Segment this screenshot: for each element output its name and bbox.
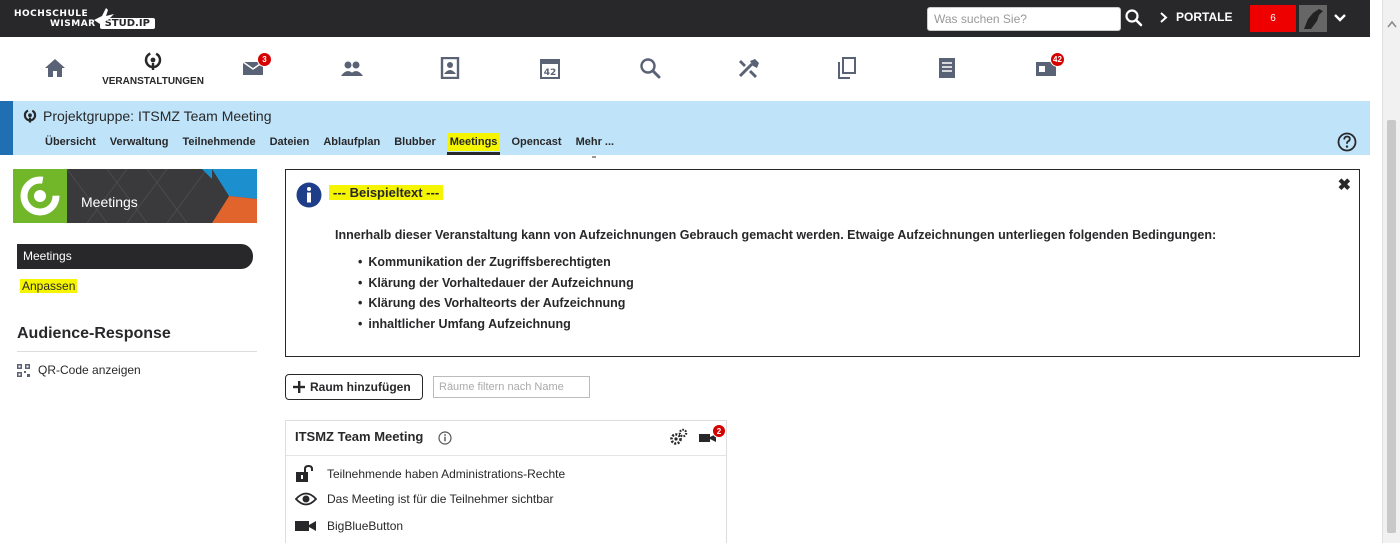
- add-room-label: Raum hinzufügen: [310, 380, 411, 394]
- app-window: HOCHSCHULE WISMAR STUD.IP PORTALE 6: [0, 0, 1400, 543]
- context-bar: Projektgruppe: ITSMZ Team Meeting Übersi…: [0, 101, 1370, 158]
- gears-icon[interactable]: [669, 428, 689, 446]
- context-title: Projektgruppe: ITSMZ Team Meeting: [22, 108, 272, 124]
- chevron-down-icon[interactable]: [1333, 11, 1347, 25]
- courses-icon: [23, 109, 37, 123]
- qr-code-label: QR-Code anzeigen: [38, 363, 141, 377]
- eye-icon: [295, 492, 317, 506]
- room-filter-input[interactable]: [433, 376, 590, 398]
- top-bar: HOCHSCHULE WISMAR STUD.IP PORTALE 6: [0, 0, 1370, 37]
- plus-icon: [293, 381, 305, 393]
- info-text: Innerhalb dieser Veranstaltung kann von …: [335, 228, 1217, 242]
- community-icon: [341, 61, 363, 76]
- info-title: --- Beispieltext ---: [329, 185, 444, 200]
- tab-opencast[interactable]: Opencast: [511, 133, 561, 151]
- main-navigation: VERANSTALTUNGEN 3 42 42: [0, 37, 1370, 101]
- sidebar-item-meetings[interactable]: Meetings: [17, 244, 253, 269]
- bird-logo-icon: [94, 8, 114, 24]
- video-camera-icon: [295, 521, 316, 531]
- room-row-server: BigBlueButton: [295, 519, 403, 533]
- banner-label: Meetings: [81, 194, 138, 210]
- nav-messages[interactable]: 3: [203, 37, 303, 101]
- list-icon: [939, 58, 955, 78]
- room-card-header: ITSMZ Team Meeting 2: [286, 421, 726, 456]
- tab-dateien[interactable]: Dateien: [270, 133, 310, 151]
- nav-home[interactable]: [5, 37, 105, 101]
- tools-icon: [738, 59, 759, 79]
- room-row-text: Teilnehmende haben Administrations-Recht…: [327, 467, 566, 481]
- info-icon: [296, 182, 322, 208]
- svg-text:42: 42: [544, 68, 557, 78]
- profile-icon: [440, 57, 460, 79]
- calendar-icon: 42: [540, 59, 560, 79]
- nav-search[interactable]: [600, 37, 700, 101]
- notification-counter[interactable]: 6: [1250, 5, 1296, 32]
- logo[interactable]: HOCHSCHULE WISMAR STUD.IP: [14, 6, 155, 32]
- tab-ablaufplan[interactable]: Ablaufplan: [323, 133, 380, 151]
- qr-code-link[interactable]: QR-Code anzeigen: [17, 363, 141, 377]
- tab-more[interactable]: Mehr ...: [576, 133, 614, 158]
- sidebar-divider: [17, 351, 257, 352]
- help-icon[interactable]: [1337, 132, 1357, 152]
- room-row-text: BigBlueButton: [327, 519, 404, 533]
- chevron-right-icon: [1160, 11, 1168, 23]
- page-scrollbar[interactable]: [1382, 0, 1400, 543]
- portale-label: PORTALE: [1176, 10, 1233, 24]
- info-circle-icon[interactable]: [438, 431, 452, 445]
- room-row-text: Das Meeting ist für die Teilnehmer sicht…: [327, 492, 554, 506]
- nav-files[interactable]: [797, 37, 897, 101]
- nav-schedule[interactable]: 42: [500, 37, 600, 101]
- context-title-text: Projektgruppe: ITSMZ Team Meeting: [43, 108, 272, 124]
- nav-resources[interactable]: [897, 37, 997, 101]
- context-stripe: [0, 101, 13, 155]
- admin-badge: 42: [1050, 52, 1065, 67]
- meetings-logo-icon: [20, 176, 60, 216]
- search-icon[interactable]: [1124, 8, 1144, 28]
- search-input[interactable]: [927, 7, 1121, 31]
- room-row-visibility: Das Meeting ist für die Teilnehmer sicht…: [295, 492, 554, 506]
- sidebar-item-anpassen[interactable]: Anpassen: [20, 279, 78, 293]
- list-item: Kommunikation der Zugriffsberechtigten: [358, 255, 634, 276]
- messages-badge: 3: [257, 52, 272, 67]
- tab-meetings[interactable]: Meetings: [446, 133, 501, 155]
- nav-tools[interactable]: [699, 37, 799, 101]
- room-name: ITSMZ Team Meeting: [295, 429, 424, 444]
- courses-icon: [144, 51, 162, 70]
- portale-menu[interactable]: PORTALE: [1160, 10, 1232, 24]
- list-item: Klärung des Vorhalteorts der Aufzeichnun…: [358, 296, 634, 317]
- recordings-badge: 2: [712, 424, 726, 438]
- list-item: Klärung der Vorhaltedauer der Aufzeichnu…: [358, 276, 633, 297]
- sidebar-heading: Audience-Response: [17, 325, 171, 342]
- info-conditions-list: Kommunikation der Zugriffsberechtigten K…: [358, 255, 634, 338]
- user-avatar-icon: [1299, 5, 1327, 32]
- tab-blubber[interactable]: Blubber: [394, 133, 436, 151]
- room-card: ITSMZ Team Meeting 2 Teilnehmende haben …: [285, 420, 727, 543]
- nav-veranstaltungen[interactable]: VERANSTALTUNGEN: [102, 37, 204, 101]
- info-message-box: --- Beispieltext --- ✖ Innerhalb dieser …: [285, 169, 1360, 357]
- tab-uebersicht[interactable]: Übersicht: [45, 133, 96, 151]
- add-room-button[interactable]: Raum hinzufügen: [285, 374, 423, 400]
- home-icon: [45, 59, 65, 77]
- search-icon: [640, 58, 661, 79]
- room-row-admin-rights: Teilnehmende haben Administrations-Recht…: [295, 465, 565, 483]
- tab-verwaltung[interactable]: Verwaltung: [110, 133, 169, 151]
- tab-teilnehmende[interactable]: Teilnehmende: [182, 133, 255, 151]
- scroll-up-arrow-icon[interactable]: [1387, 20, 1397, 28]
- nav-veranstaltungen-label: VERANSTALTUNGEN: [102, 76, 204, 87]
- nav-profile[interactable]: [400, 37, 500, 101]
- unlock-icon: [296, 465, 313, 482]
- scrollbar-thumb[interactable]: [1387, 120, 1396, 533]
- nav-admin[interactable]: 42: [996, 37, 1096, 101]
- university-name: HOCHSCHULE WISMAR: [14, 9, 96, 29]
- files-icon: [838, 57, 856, 79]
- course-tabs: Übersicht Verwaltung Teilnehmende Dateie…: [45, 133, 628, 158]
- close-icon[interactable]: ✖: [1338, 175, 1351, 195]
- qr-code-icon: [17, 363, 30, 377]
- list-item: inhaltlicher Umfang Aufzeichnung: [358, 317, 634, 338]
- sidebar-banner: Meetings: [13, 169, 257, 223]
- meetings-logo: [13, 169, 67, 223]
- avatar[interactable]: [1299, 5, 1327, 32]
- nav-community[interactable]: [302, 37, 402, 101]
